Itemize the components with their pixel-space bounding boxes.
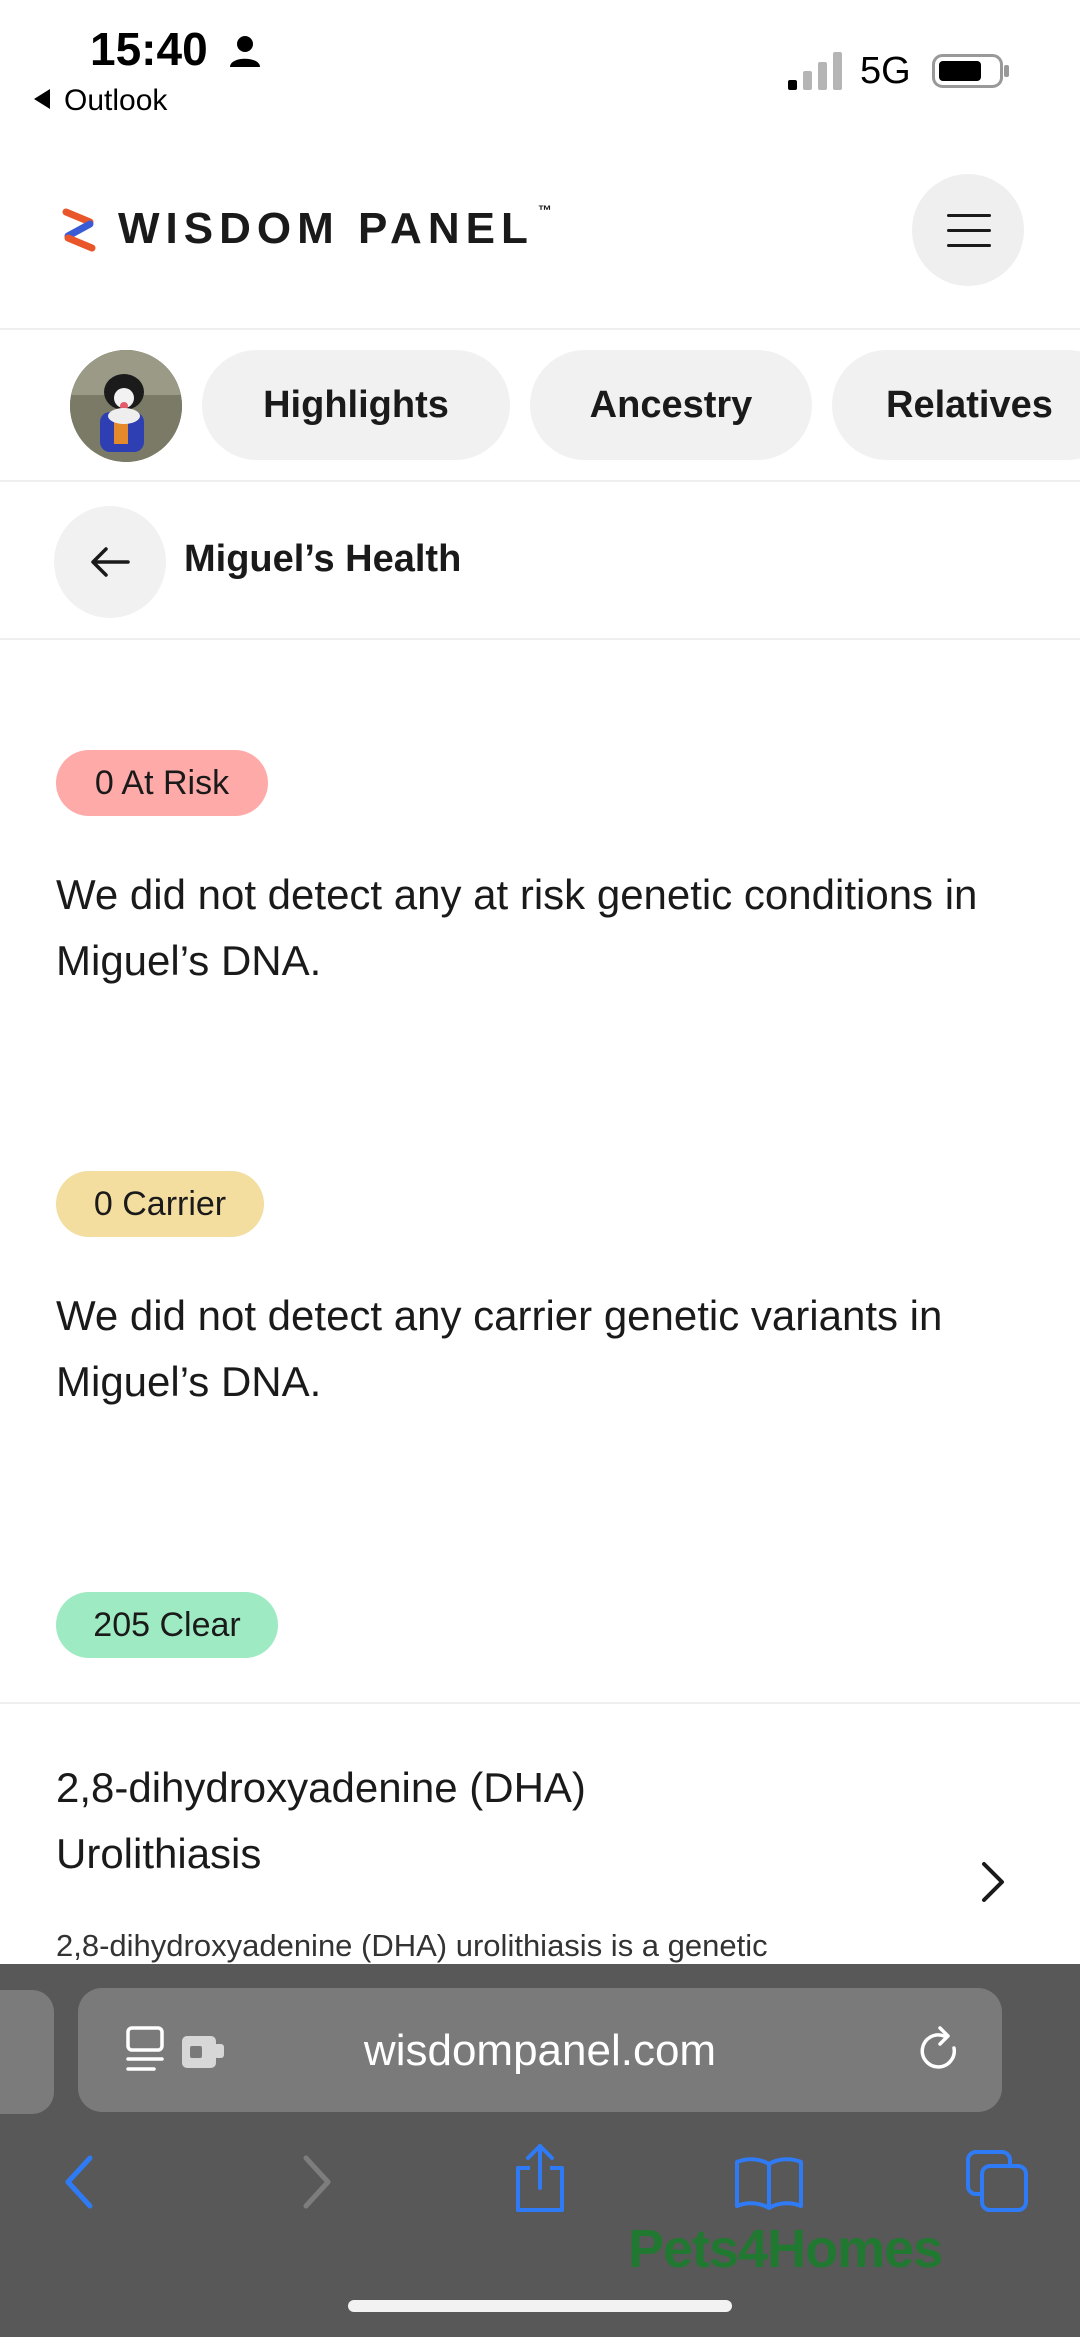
carrier-badge: 0 Carrier (56, 1171, 264, 1237)
network-type: 5G (860, 50, 911, 92)
url-text: wisdompanel.com (363, 2026, 717, 2075)
wisdom-panel-logo-icon (62, 208, 96, 252)
dog-photo (70, 350, 182, 462)
chevron-right-icon[interactable] (978, 1858, 1008, 1906)
divider (0, 1702, 1080, 1704)
address-bar[interactable]: wisdompanel.com (78, 1988, 1002, 2112)
bookmarks-icon[interactable] (734, 2154, 804, 2210)
page-subheader: Miguel’s Health (0, 482, 1080, 640)
carrier-badge-label: 0 Carrier (93, 1184, 227, 1223)
site-header: WISDOM PANEL ™ (0, 160, 1080, 330)
status-bar: 15:40 Outlook 5G (0, 0, 1080, 140)
at-risk-badge-label: 0 At Risk (94, 763, 230, 802)
at-risk-message: We did not detect any at risk genetic co… (56, 871, 978, 984)
menu-button[interactable] (912, 174, 1024, 286)
tab-ancestry-label: Ancestry (589, 383, 753, 426)
tab-highlights-label: Highlights (263, 383, 449, 426)
tabs-icon[interactable] (964, 2148, 1030, 2214)
back-nav-icon[interactable] (60, 2152, 100, 2212)
forward-nav-icon[interactable] (296, 2152, 336, 2212)
logo-wordmark: WISDOM PANEL (118, 204, 534, 253)
arrow-left-icon (91, 547, 130, 577)
hamburger-menu-icon (947, 214, 991, 217)
status-time: 15:40 (90, 23, 208, 75)
hamburger-line (947, 244, 991, 247)
tab-relatives[interactable]: Relatives (832, 350, 1080, 460)
clear-badge-label: 205 Clear (93, 1605, 241, 1644)
tab-ancestry[interactable]: Ancestry (530, 350, 812, 460)
dog-avatar[interactable] (70, 350, 182, 462)
pets4homes-watermark: Pets4Homes (628, 2219, 943, 2279)
back-to-app-link[interactable]: Outlook (34, 84, 167, 118)
at-risk-badge: 0 At Risk (56, 750, 268, 816)
carrier-message: We did not detect any carrier genetic va… (56, 1292, 943, 1405)
hamburger-line (947, 229, 991, 232)
browser-toolbar: wisdompanel.com (0, 1964, 1080, 2337)
page-title: Miguel’s Health (184, 538, 462, 580)
back-triangle-icon (34, 89, 50, 110)
tab-relatives-label: Relatives (886, 383, 1053, 426)
share-icon[interactable] (510, 2142, 570, 2214)
tab-highlights[interactable]: Highlights (202, 350, 510, 460)
person-icon (230, 36, 260, 67)
back-button[interactable] (54, 506, 166, 618)
reload-icon[interactable] (918, 2026, 964, 2076)
condition-title[interactable]: 2,8-dihydroxyadenine (DHA) Urolithiasis (56, 1755, 756, 1887)
signal-icon (788, 52, 842, 90)
home-indicator[interactable] (348, 2300, 732, 2312)
battery-icon (932, 54, 1009, 88)
back-app-label: Outlook (64, 84, 168, 117)
logo-text: WISDOM PANEL ™ (118, 202, 552, 254)
trademark-symbol: ™ (537, 202, 552, 219)
previous-tab-edge[interactable] (0, 1990, 54, 2114)
section-tabs: Highlights Ancestry Relatives (0, 330, 1080, 482)
clear-badge: 205 Clear (56, 1592, 278, 1658)
condition-description: 2,8-dihydroxyadenine (DHA) urolithiasis … (56, 1928, 768, 1963)
